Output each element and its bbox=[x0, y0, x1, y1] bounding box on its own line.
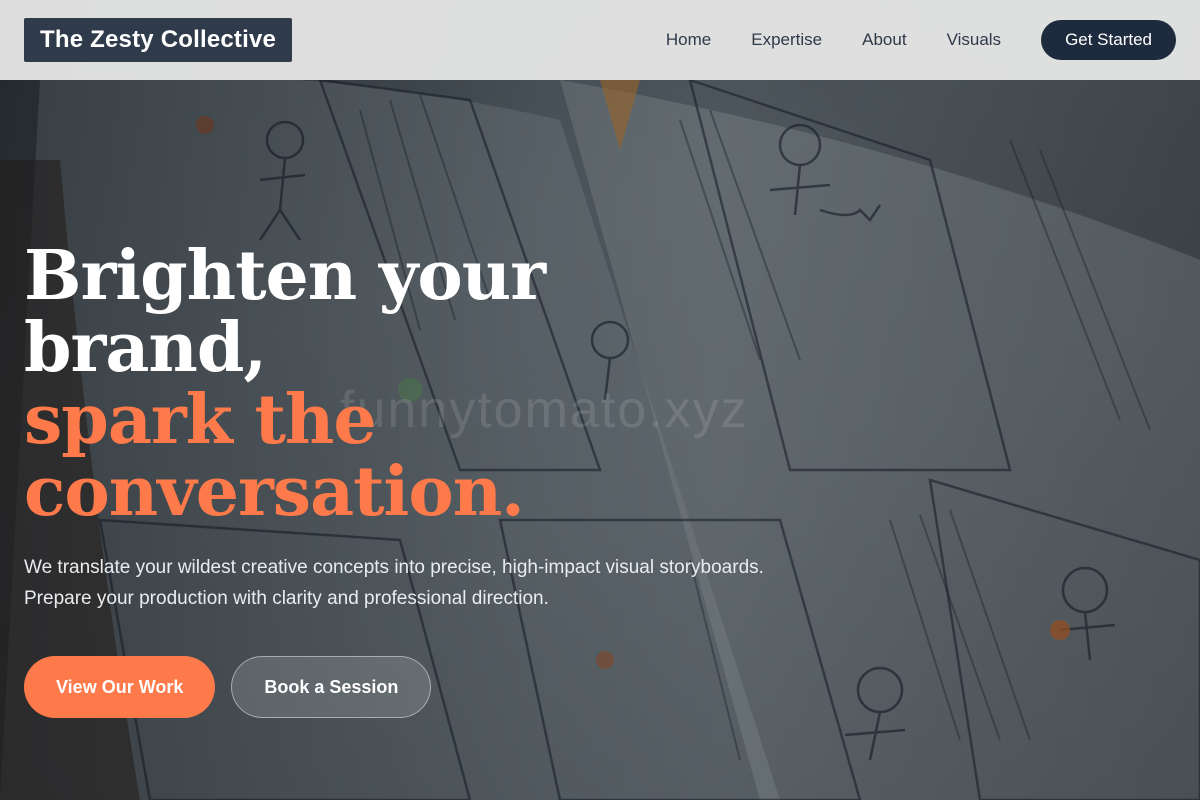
headline-accent-line-2: conversation. bbox=[24, 452, 525, 532]
hero-cta-row: View Our Work Book a Session bbox=[24, 656, 804, 718]
headline-accent-line-1: spark the bbox=[24, 380, 377, 460]
hero-content: Brighten your brand, spark the conversat… bbox=[24, 240, 804, 718]
get-started-button[interactable]: Get Started bbox=[1041, 20, 1176, 60]
top-navbar: The Zesty Collective Home Expertise Abou… bbox=[0, 0, 1200, 80]
headline-line-1: Brighten your brand, bbox=[24, 236, 546, 388]
nav-link-visuals[interactable]: Visuals bbox=[947, 30, 1002, 50]
hero-headline: Brighten your brand, spark the conversat… bbox=[24, 240, 804, 528]
view-our-work-button[interactable]: View Our Work bbox=[24, 656, 216, 718]
nav-links: Home Expertise About Visuals Get Started bbox=[666, 20, 1176, 60]
nav-link-home[interactable]: Home bbox=[666, 30, 711, 50]
nav-link-about[interactable]: About bbox=[862, 30, 906, 50]
hero-subtext: We translate your wildest creative conce… bbox=[24, 557, 764, 609]
brand-logo[interactable]: The Zesty Collective bbox=[24, 18, 293, 62]
book-session-button[interactable]: Book a Session bbox=[231, 656, 432, 718]
nav-link-expertise[interactable]: Expertise bbox=[751, 30, 822, 50]
